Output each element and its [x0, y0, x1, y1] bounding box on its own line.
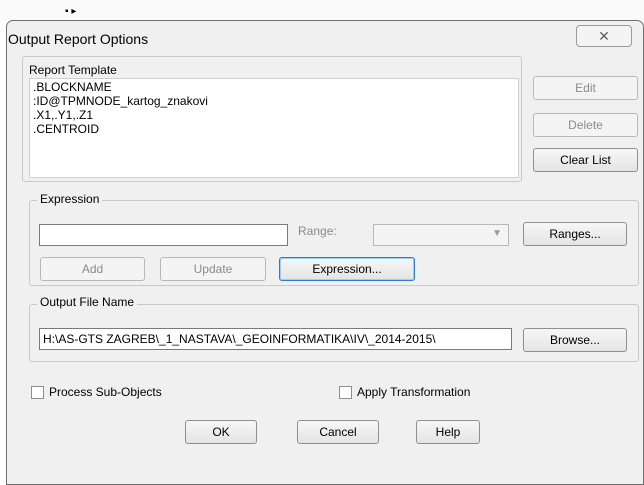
range-select[interactable]: ▼ [373, 224, 509, 246]
process-sub-objects-label[interactable]: Process Sub-Objects [49, 385, 162, 399]
template-line[interactable]: .CENTROID [33, 122, 515, 136]
ok-button[interactable]: OK [185, 420, 257, 444]
process-sub-objects-checkbox[interactable] [31, 386, 44, 399]
template-line[interactable]: .X1,.Y1,.Z1 [33, 108, 515, 122]
template-line[interactable]: :ID@TPMNODE_kartog_znakovi [33, 94, 515, 108]
report-template-label: Report Template [29, 63, 117, 77]
expression-input[interactable] [39, 224, 288, 246]
background-strip: ▪ ▸ [0, 0, 644, 20]
clear-list-button[interactable]: Clear List [533, 148, 638, 172]
add-button[interactable]: Add [40, 257, 145, 281]
output-file-input[interactable]: H:\AS-GTS ZAGREB\_1_NASTAVA\_GEOINFORMAT… [39, 328, 512, 350]
help-button[interactable]: Help [416, 420, 480, 444]
ranges-button[interactable]: Ranges... [523, 222, 627, 246]
expression-label: Expression [37, 192, 103, 206]
range-label: Range: [298, 224, 337, 238]
template-line[interactable]: .BLOCKNAME [33, 80, 515, 94]
output-file-label: Output File Name [37, 295, 138, 309]
background-cursor-mark: ▪ ▸ [65, 6, 77, 17]
update-button[interactable]: Update [160, 257, 266, 281]
report-template-list[interactable]: .BLOCKNAME :ID@TPMNODE_kartog_znakovi .X… [29, 78, 519, 178]
chevron-down-icon: ▼ [492, 228, 502, 239]
edit-button[interactable]: Edit [533, 76, 638, 100]
expression-button[interactable]: Expression... [279, 257, 415, 281]
browse-button[interactable]: Browse... [523, 328, 627, 352]
delete-button[interactable]: Delete [533, 113, 638, 137]
close-icon: ✕ [598, 28, 610, 44]
output-file-value: H:\AS-GTS ZAGREB\_1_NASTAVA\_GEOINFORMAT… [43, 332, 436, 346]
apply-transformation-label[interactable]: Apply Transformation [357, 385, 470, 399]
cancel-button[interactable]: Cancel [297, 420, 379, 444]
close-button[interactable]: ✕ [576, 25, 632, 47]
apply-transformation-checkbox[interactable] [339, 386, 352, 399]
dialog-title: Output Report Options [8, 31, 149, 47]
